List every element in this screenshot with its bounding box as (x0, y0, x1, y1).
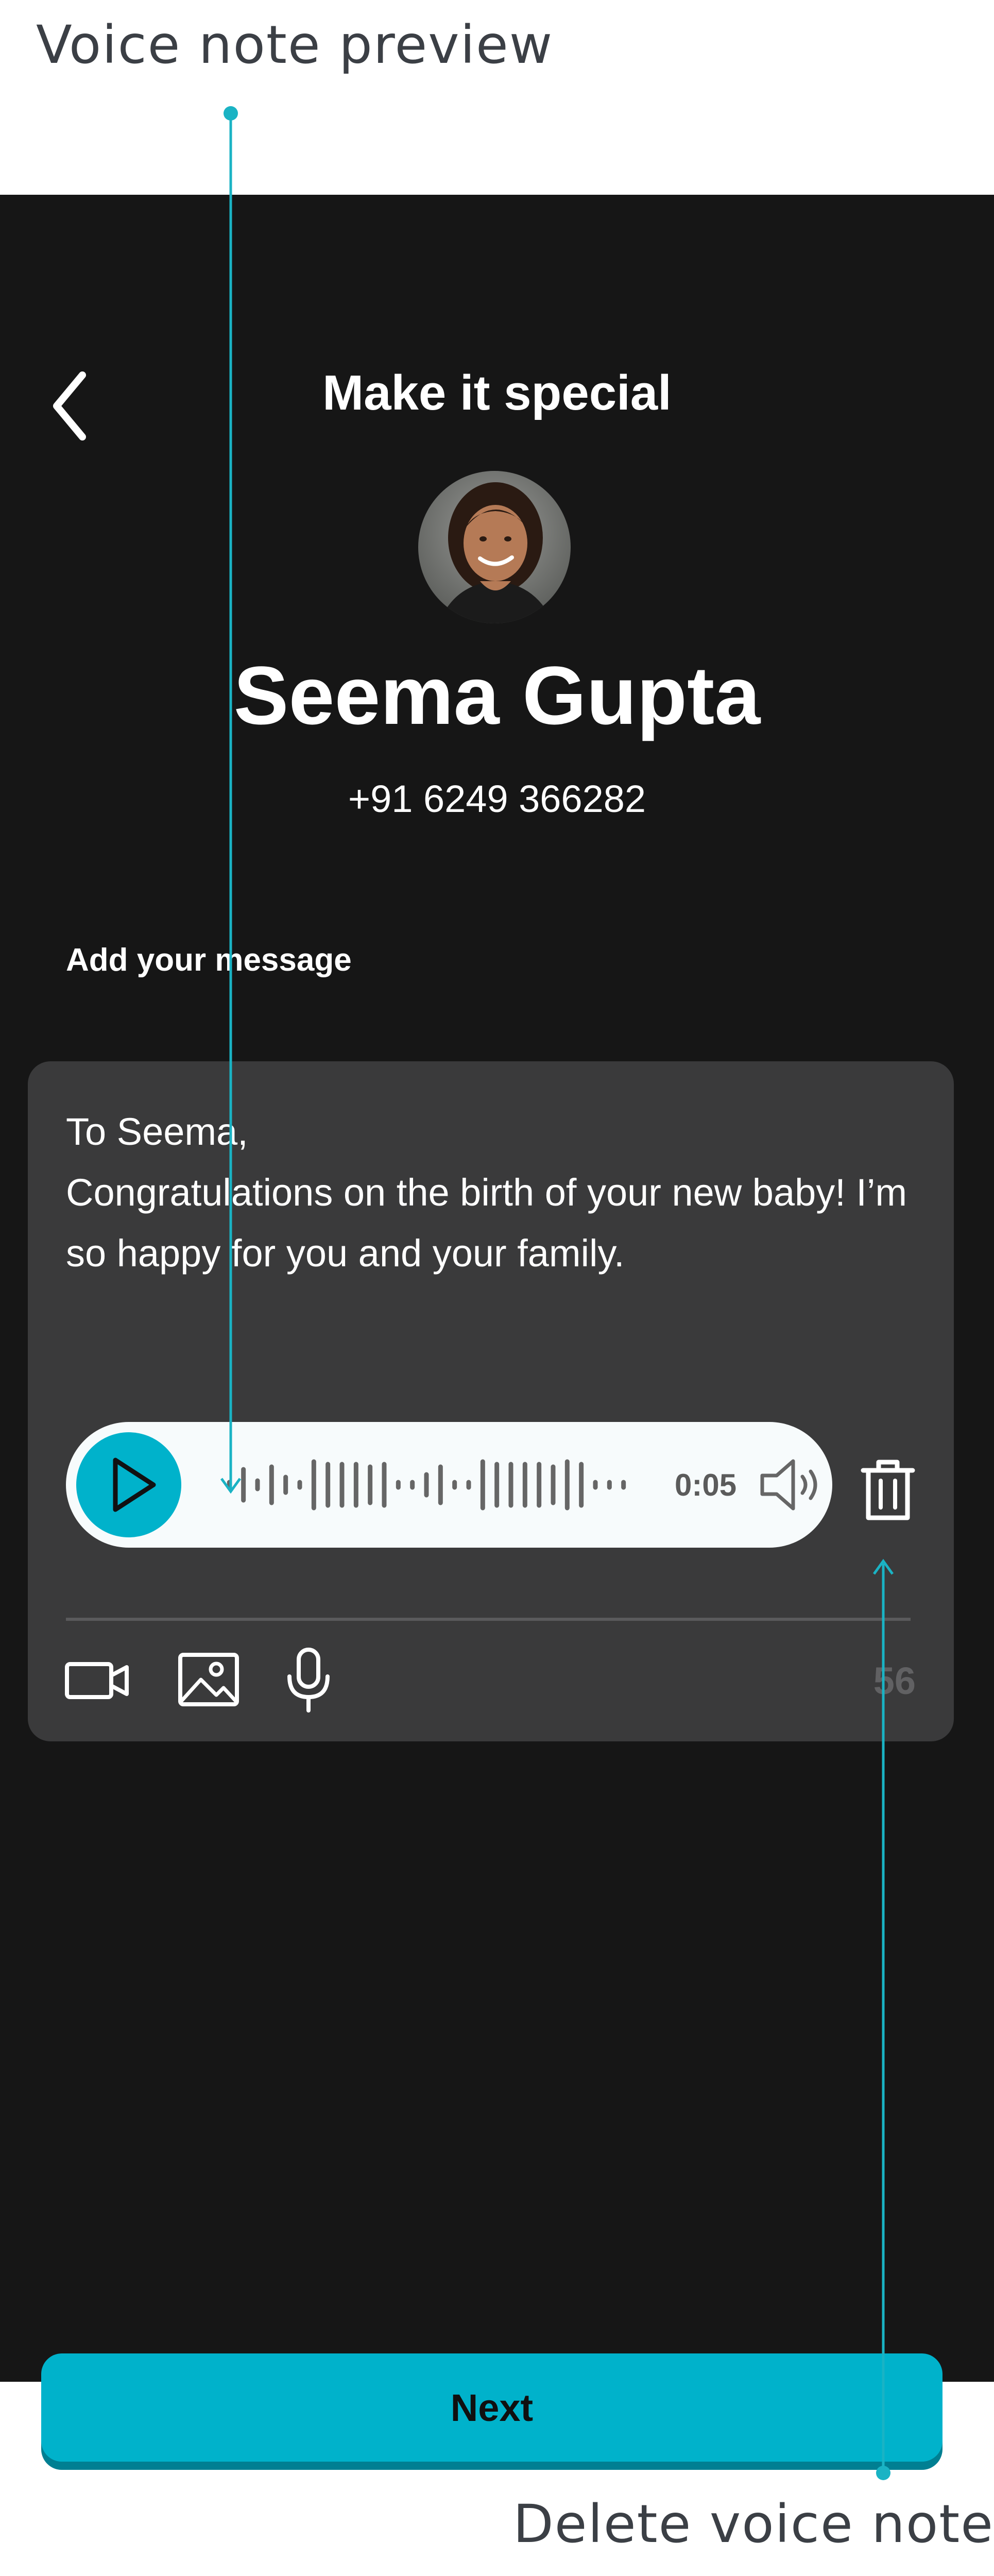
annotation-voice-note-preview: Voice note preview (36, 14, 554, 76)
avatar (418, 471, 571, 623)
toolbar-divider (66, 1618, 911, 1621)
callout-dot-preview (224, 106, 238, 121)
voice-note-player: 0:05 (66, 1422, 832, 1548)
microphone-icon (287, 1648, 330, 1713)
video-button[interactable] (64, 1643, 131, 1716)
page: Voice note preview Make it special Seema… (0, 0, 994, 2576)
message-textarea[interactable]: To Seema, Congratulations on the birth o… (66, 1101, 916, 1284)
next-button[interactable]: Next (41, 2353, 942, 2462)
delete-voice-note-button[interactable] (852, 1453, 924, 1525)
contact-name: Seema Gupta (233, 649, 761, 741)
play-button[interactable] (76, 1432, 181, 1537)
play-icon (113, 1458, 156, 1512)
phone-screen: Make it special Seema Gupta +91 6249 366… (0, 195, 994, 2470)
character-count: 56 (873, 1659, 916, 1702)
trash-icon (861, 1460, 915, 1520)
message-card: To Seema, Congratulations on the birth o… (28, 1061, 954, 1741)
microphone-button[interactable] (280, 1643, 337, 1716)
voice-note-duration: 0:05 (675, 1468, 737, 1502)
volume-icon (760, 1459, 817, 1511)
page-title: Make it special (322, 365, 672, 420)
contact-phone: +91 6249 366282 (348, 777, 646, 820)
image-icon (178, 1653, 239, 1706)
message-section-label: Add your message (66, 942, 352, 978)
waveform[interactable] (215, 1433, 638, 1536)
annotation-delete-voice-note: Delete voice note (513, 2494, 994, 2555)
video-camera-icon (65, 1662, 129, 1699)
volume-button[interactable] (756, 1454, 823, 1516)
image-button[interactable] (175, 1643, 242, 1716)
